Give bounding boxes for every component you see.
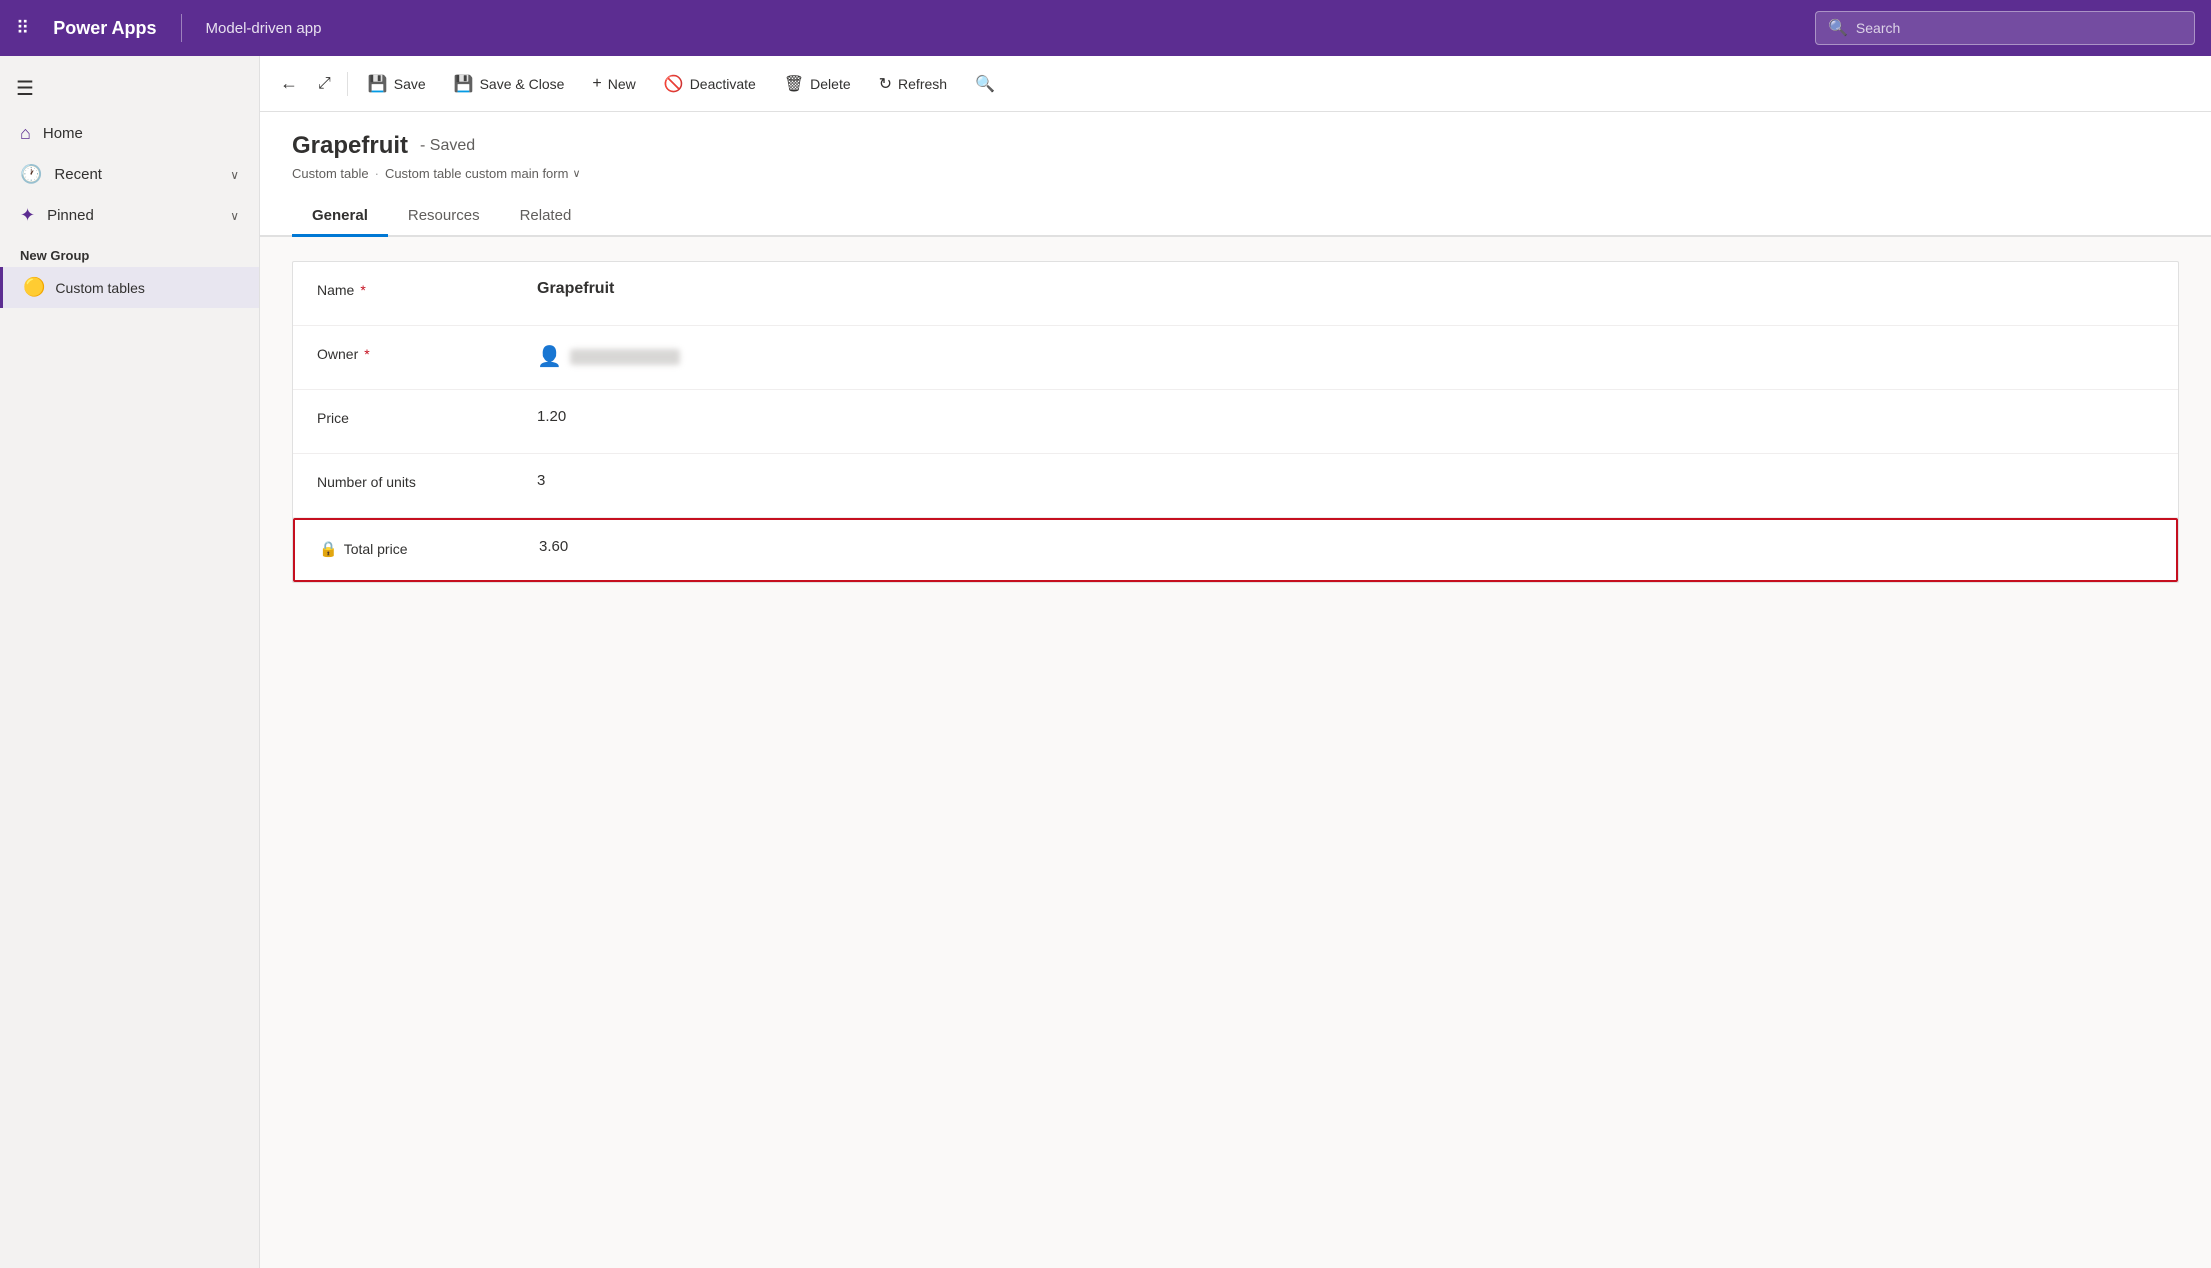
waffle-icon[interactable]: ⠿	[16, 18, 29, 39]
record-title-row: Grapefruit - Saved	[292, 132, 2179, 160]
sidebar-item-custom-tables[interactable]: 🟡 Custom tables	[0, 267, 259, 308]
form-card: Name* Grapefruit Owner* 👤 Price	[292, 261, 2179, 583]
search-icon: 🔍	[1828, 18, 1848, 38]
record-saved-status: - Saved	[420, 137, 475, 155]
app-name: Power Apps	[53, 18, 156, 39]
owner-name-blurred	[570, 349, 680, 365]
form-row-total-price: 🔒 Total price 3.60	[293, 518, 2178, 582]
new-icon: +	[592, 75, 601, 93]
save-close-icon: 💾	[454, 74, 474, 94]
share-button[interactable]: ⤢	[310, 69, 339, 99]
save-label: Save	[394, 76, 426, 92]
delete-label: Delete	[810, 76, 850, 92]
record-title: Grapefruit	[292, 132, 408, 160]
deactivate-label: Deactivate	[690, 76, 756, 92]
tab-general[interactable]: General	[292, 197, 388, 237]
tab-resources[interactable]: Resources	[388, 197, 500, 237]
owner-value[interactable]: 👤	[537, 344, 680, 369]
form-area: Name* Grapefruit Owner* 👤 Price	[260, 237, 2211, 1268]
form-row-name: Name* Grapefruit	[293, 262, 2178, 326]
form-row-owner: Owner* 👤	[293, 326, 2178, 390]
name-label: Name*	[317, 280, 537, 298]
pinned-icon: ✦	[20, 205, 35, 226]
search-bar[interactable]: 🔍	[1815, 11, 2195, 45]
price-label: Price	[317, 408, 537, 426]
separator	[347, 72, 348, 96]
total-price-label: 🔒 Total price	[319, 538, 539, 558]
search-input[interactable]	[1856, 20, 2182, 36]
sidebar-item-pinned[interactable]: ✦ Pinned ∨	[0, 195, 259, 236]
save-icon: 💾	[368, 74, 388, 94]
required-indicator: *	[364, 346, 369, 362]
tab-related[interactable]: Related	[500, 197, 592, 237]
refresh-icon: ↻	[879, 74, 892, 94]
deactivate-button[interactable]: 🚫 Deactivate	[652, 68, 768, 100]
sidebar-toggle[interactable]: ☰	[0, 64, 259, 113]
deactivate-icon: 🚫	[664, 74, 684, 94]
refresh-button[interactable]: ↻ Refresh	[867, 68, 959, 100]
custom-tables-label: Custom tables	[55, 280, 144, 296]
breadcrumb-form-dropdown[interactable]: Custom table custom main form ∨	[385, 166, 581, 181]
breadcrumb-table: Custom table	[292, 166, 369, 181]
command-bar: ← ⤢ 💾 Save 💾 Save & Close + New 🚫 Deacti…	[260, 56, 2211, 112]
required-indicator: *	[360, 282, 365, 298]
chevron-down-icon: ∨	[230, 209, 239, 223]
delete-icon: 🗑	[784, 74, 804, 94]
breadcrumb-form-label: Custom table custom main form	[385, 166, 569, 181]
recent-icon: 🕐	[20, 164, 42, 185]
units-value[interactable]: 3	[537, 472, 545, 489]
lock-icon: 🔒	[319, 540, 338, 558]
save-close-label: Save & Close	[480, 76, 565, 92]
form-row-units: Number of units 3	[293, 454, 2178, 518]
sidebar-item-recent[interactable]: 🕐 Recent ∨	[0, 154, 259, 195]
search-cmd-icon: 🔍	[975, 74, 995, 94]
price-value[interactable]: 1.20	[537, 408, 566, 425]
units-label: Number of units	[317, 472, 537, 490]
name-value[interactable]: Grapefruit	[537, 280, 614, 298]
sidebar: ☰ ⌂ Home 🕐 Recent ∨ ✦ Pinned ∨ New Group…	[0, 56, 260, 1268]
sidebar-item-home[interactable]: ⌂ Home	[0, 113, 259, 154]
breadcrumb-sep: ·	[375, 166, 379, 181]
new-button[interactable]: + New	[580, 69, 647, 99]
content-area: ← ⤢ 💾 Save 💾 Save & Close + New 🚫 Deacti…	[260, 56, 2211, 1268]
total-price-value: 3.60	[539, 538, 568, 555]
refresh-label: Refresh	[898, 76, 947, 92]
sidebar-recent-label: Recent	[54, 166, 218, 183]
record-header: Grapefruit - Saved Custom table · Custom…	[260, 112, 2211, 197]
custom-table-emoji: 🟡	[23, 277, 45, 298]
search-command-button[interactable]: 🔍	[963, 68, 1007, 100]
new-label: New	[608, 76, 636, 92]
breadcrumb: Custom table · Custom table custom main …	[292, 166, 2179, 181]
save-button[interactable]: 💾 Save	[356, 68, 438, 100]
chevron-down-icon: ∨	[230, 168, 239, 182]
form-row-price: Price 1.20	[293, 390, 2178, 454]
new-group-title: New Group	[0, 236, 259, 267]
tabs-bar: General Resources Related	[260, 197, 2211, 237]
home-icon: ⌂	[20, 123, 31, 144]
main-layout: ☰ ⌂ Home 🕐 Recent ∨ ✦ Pinned ∨ New Group…	[0, 56, 2211, 1268]
sidebar-pinned-label: Pinned	[47, 207, 218, 224]
sidebar-home-label: Home	[43, 125, 239, 142]
chevron-down-icon: ∨	[572, 167, 580, 180]
back-button[interactable]: ←	[272, 67, 306, 100]
delete-button[interactable]: 🗑 Delete	[772, 68, 863, 100]
divider	[181, 14, 182, 42]
user-icon: 👤	[537, 344, 562, 369]
save-close-button[interactable]: 💾 Save & Close	[442, 68, 577, 100]
top-bar: ⠿ Power Apps Model-driven app 🔍	[0, 0, 2211, 56]
app-subtitle: Model-driven app	[206, 20, 322, 37]
owner-label: Owner*	[317, 344, 537, 362]
